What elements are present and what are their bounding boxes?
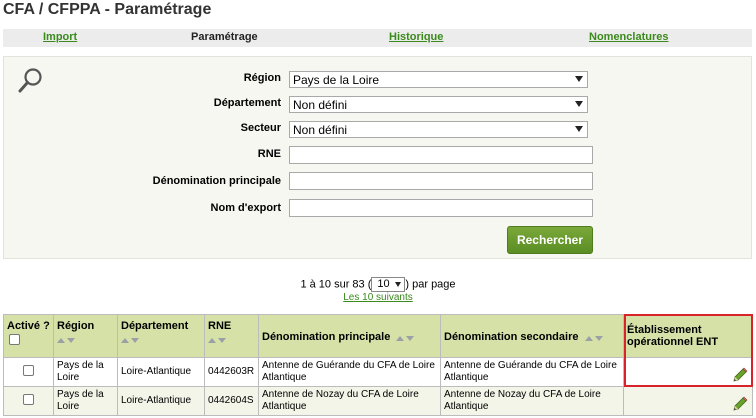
col-departement[interactable]: Département — [117, 314, 205, 358]
pagination-range: 1 à 10 sur 83 ( — [300, 278, 372, 291]
pagination: 1 à 10 sur 83 ( 10 ) par page — [0, 277, 756, 292]
tab-import[interactable]: Import — [43, 31, 77, 43]
pencil-icon[interactable] — [732, 396, 748, 412]
export-name-input[interactable] — [289, 199, 593, 217]
row-rne: 0442603R — [204, 357, 259, 387]
select-all-checkbox[interactable] — [9, 334, 20, 345]
rne-label: RNE — [257, 148, 281, 160]
row-active-checkbox[interactable] — [23, 364, 34, 376]
chevron-down-icon — [575, 101, 583, 107]
next-page-link[interactable]: Les 10 suivants — [0, 292, 756, 303]
col-rne-label: RNE — [208, 320, 232, 332]
departement-label: Département — [213, 97, 281, 109]
row-denom-secondaire: Antenne de Nozay du CFA de Loire Atlanti… — [440, 386, 624, 416]
denomination-label: Dénomination principale — [152, 175, 281, 187]
departement-select-value: Non défini — [293, 98, 348, 112]
row-denom-principale: Antenne de Guérande du CFA de Loire Atla… — [258, 357, 441, 387]
page-title: CFA / CFPPA - Paramétrage — [3, 1, 212, 18]
col-denom-secondaire[interactable]: Dénomination secondaire — [440, 314, 624, 358]
chevron-down-icon — [395, 282, 402, 287]
sort-desc-icon[interactable] — [218, 338, 226, 343]
secteur-label: Secteur — [240, 122, 281, 134]
sort-asc-icon[interactable] — [584, 335, 593, 341]
col-etab-ent-label: Établissement opérationnel ENT — [627, 324, 719, 348]
row-region: Pays de la Loire — [53, 357, 118, 387]
col-denom-secondaire-label: Dénomination secondaire — [444, 331, 579, 344]
sort-desc-icon[interactable] — [131, 338, 139, 343]
tab-nomenclatures[interactable]: Nomenclatures — [589, 31, 668, 43]
sort-desc-icon[interactable] — [67, 338, 75, 343]
search-button[interactable]: Rechercher — [507, 226, 593, 254]
row-denom-secondaire: Antenne de Guérande du CFA de Loire Atla… — [440, 357, 624, 387]
sort-asc-icon[interactable] — [208, 338, 216, 343]
row-active-checkbox[interactable] — [23, 393, 34, 405]
row-region: Pays de la Loire — [53, 386, 118, 416]
col-region[interactable]: Région — [53, 314, 118, 358]
col-active: Activé ? — [3, 314, 54, 358]
sort-asc-icon[interactable] — [396, 335, 405, 341]
per-page-text: ) par page — [405, 278, 456, 291]
sort-desc-icon[interactable] — [594, 335, 603, 341]
region-label: Région — [243, 72, 281, 84]
tab-historique[interactable]: Historique — [389, 31, 443, 43]
page-size-select[interactable]: 10 — [371, 277, 406, 292]
sort-asc-icon[interactable] — [57, 338, 65, 343]
col-region-label: Région — [57, 320, 95, 332]
rne-input[interactable] — [289, 146, 593, 164]
col-rne[interactable]: RNE — [204, 314, 259, 358]
region-select[interactable]: Pays de la Loire — [289, 71, 588, 88]
secteur-select-value: Non défini — [293, 123, 348, 137]
col-etab-ent: Établissement opérationnel ENT — [623, 314, 753, 358]
pencil-icon[interactable] — [732, 367, 748, 383]
search-panel: Région Pays de la Loire Département Non … — [3, 56, 752, 259]
table-header-row: Activé ? Région Département RNE Dénomina… — [3, 314, 753, 358]
row-departement: Loire-Atlantique — [117, 357, 205, 387]
row-active-cell — [3, 357, 54, 387]
col-active-label: Activé ? — [7, 320, 50, 332]
nav-tabs: Import Paramétrage Historique Nomenclatu… — [3, 29, 752, 47]
row-departement: Loire-Atlantique — [117, 386, 205, 416]
table-row: Pays de la Loire Loire-Atlantique 044260… — [3, 357, 753, 387]
chevron-down-icon — [575, 126, 583, 132]
row-etab-ent — [623, 357, 753, 387]
export-name-label: Nom d'export — [210, 202, 281, 214]
sort-asc-icon[interactable] — [121, 338, 129, 343]
page-size-value: 10 — [377, 278, 390, 290]
row-rne: 0442604S — [204, 386, 259, 416]
row-denom-principale: Antenne de Nozay du CFA de Loire Atlanti… — [258, 386, 441, 416]
departement-select[interactable]: Non défini — [289, 96, 588, 113]
sort-desc-icon[interactable] — [406, 335, 415, 341]
tab-parametrage[interactable]: Paramétrage — [191, 31, 258, 43]
row-etab-ent — [623, 386, 753, 416]
region-select-value: Pays de la Loire — [293, 73, 380, 87]
magnifier-icon — [18, 68, 42, 93]
col-denom-principale[interactable]: Dénomination principale — [258, 314, 441, 358]
row-active-cell — [3, 386, 54, 416]
col-departement-label: Département — [121, 320, 189, 332]
denomination-input[interactable] — [289, 172, 593, 190]
table-row: Pays de la Loire Loire-Atlantique 044260… — [3, 386, 753, 416]
chevron-down-icon — [575, 76, 583, 82]
secteur-select[interactable]: Non défini — [289, 121, 588, 138]
col-denom-principale-label: Dénomination principale — [262, 331, 391, 344]
results-table: Activé ? Région Département RNE Dénomina… — [3, 314, 753, 416]
